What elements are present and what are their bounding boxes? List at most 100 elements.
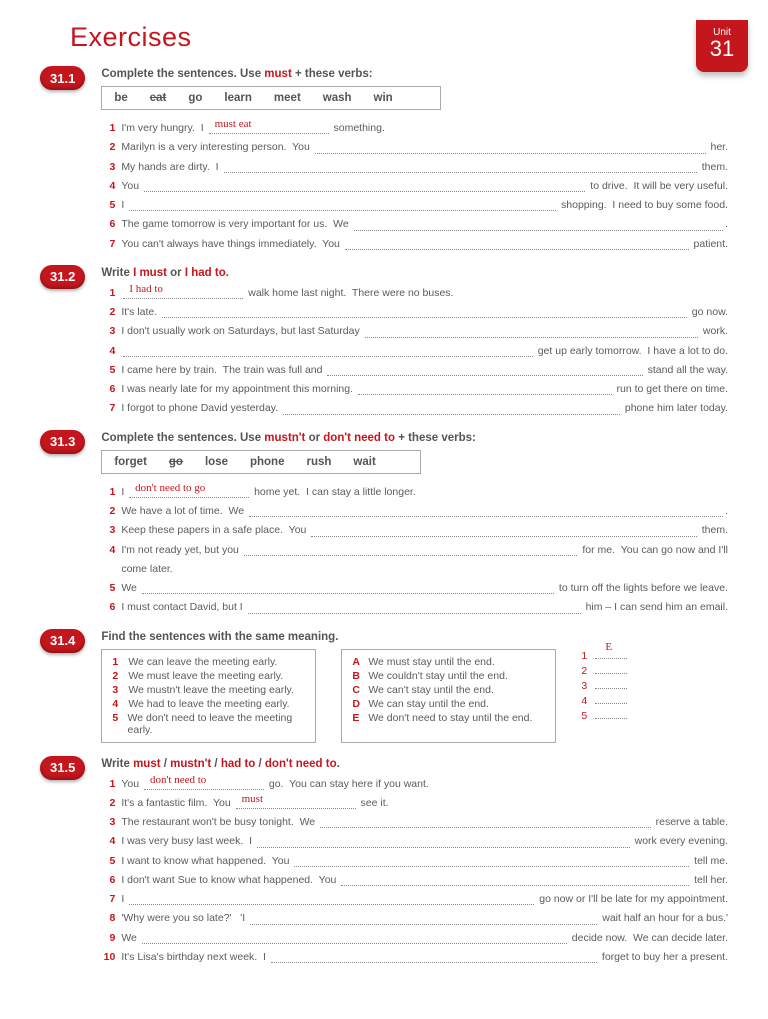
answer-blank[interactable] [294,857,689,867]
handwritten-answer: I had to [129,281,163,298]
answer-row: 2 [581,664,627,677]
answer-blank[interactable] [365,328,698,338]
sentence-text: get up early tomorrow. I have a lot to d… [535,343,728,359]
answer-blank[interactable] [129,201,556,211]
keyword: mustn't [264,432,305,444]
sentence-text: You [121,776,142,792]
line-number: 8 [101,910,115,926]
sentence-text: I'm very hungry. I [121,120,206,136]
answer-blank[interactable] [224,163,697,173]
line-number: 7 [101,236,115,252]
answer-blank[interactable] [595,679,627,689]
sentence-text: My hands are dirty. I [121,159,221,175]
answer-number: 5 [581,710,591,722]
answer-blank[interactable] [271,953,597,963]
sentence-text: Keep these papers in a safe place. You [121,522,309,538]
answer-blank[interactable] [244,546,578,556]
sentence-text: It's a fantastic film. You [121,795,233,811]
answer-blank[interactable] [315,144,706,154]
keyword: had to [221,758,256,770]
answer-blank[interactable] [327,366,642,376]
sentence-text: walk home last night. There were no buse… [245,285,453,301]
instr-text: + these verbs: [395,432,476,444]
instr-text: . [226,267,229,279]
verb-option: go [169,456,183,468]
answer-blank[interactable] [311,527,697,537]
unit-number: 31 [710,36,734,61]
sentence-text: go now or I'll be late for my appointmen… [536,891,728,907]
handwritten-answer: must eat [215,116,252,133]
line-number: 4 [101,178,115,194]
sentence-line: 2It's late. go now. [101,304,728,320]
answer-blank[interactable] [249,507,723,517]
verb-option: go [188,92,202,104]
answer-row: 5 [581,709,627,722]
answer-blank[interactable] [162,308,687,318]
match-item: 5We don't need to leave the meeting earl… [112,712,305,736]
match-item: 2We must leave the meeting early. [112,670,305,682]
answer-blank[interactable] [144,182,585,192]
line-number: 4 [101,542,115,558]
answer-number: 2 [581,665,591,677]
sentence-line: 6I was nearly late for my appointment th… [101,381,728,397]
sentence-text: I was very busy last week. I [121,833,255,849]
exercise-pill: 31.1 [40,66,85,90]
sentence-line: 1I'm very hungry. I must eat something. [101,120,728,136]
answer-blank[interactable]: don't need to go [129,488,249,498]
answer-blank[interactable] [129,895,534,905]
answer-row: 3 [581,679,627,692]
answer-blank[interactable] [142,934,567,944]
instr-text: / [211,758,221,770]
verb-option: wash [323,92,352,104]
answer-blank[interactable]: must [236,799,356,809]
verb-option: be [114,92,127,104]
sentence-line: 8'Why were you so late?' 'I wait half an… [101,910,728,926]
answer-blank[interactable] [358,385,612,395]
answer-blank[interactable] [250,915,597,925]
answer-blank[interactable] [595,709,627,719]
sentence-text: I was nearly late for my appointment thi… [121,381,356,397]
sentence-line: 1I don't need to go home yet. I can stay… [101,484,728,500]
sentence-text: stand all the way. [645,362,728,378]
answer-blank[interactable]: E [595,649,627,659]
match-id: 4 [112,698,122,710]
instruction: Write I must or I had to. [101,267,728,279]
answer-blank[interactable] [345,240,689,250]
answer-blank[interactable] [595,694,627,704]
answer-blank[interactable] [354,221,723,231]
answer-blank[interactable]: I had to [123,289,243,299]
answer-blank[interactable] [595,664,627,674]
sentence-text: We [121,930,139,946]
verb-option: phone [250,456,285,468]
answer-blank[interactable] [248,604,581,614]
answer-blank[interactable] [320,818,651,828]
sentence-line: 5I came here by train. The train was ful… [101,362,728,378]
instruction: Complete the sentences. Use must + these… [101,68,728,80]
match-id: C [352,684,362,696]
answer-blank[interactable] [123,347,532,357]
sentence-text: I don't usually work on Saturdays, but l… [121,323,362,339]
exercise-pill: 31.5 [40,756,85,780]
line-number: 4 [101,833,115,849]
answer-blank[interactable] [341,876,689,886]
answer-blank[interactable]: must eat [209,124,329,134]
keyword: mustn't [170,758,211,770]
instruction: Complete the sentences. Use mustn't or d… [101,432,728,444]
sentence-text: to drive. It will be very useful. [587,178,728,194]
line-number: 1 [101,484,115,500]
match-id: 1 [112,656,122,668]
answer-blank[interactable] [142,584,554,594]
match-id: 2 [112,670,122,682]
verb-option: lose [205,456,228,468]
answer-blank[interactable] [257,838,630,848]
match-id: 3 [112,684,122,696]
sentence-text: 'Why were you so late?' 'I [121,910,248,926]
answer-blank[interactable] [283,405,620,415]
keyword: must [133,758,160,770]
match-id: B [352,670,362,682]
sentence-text: I want to know what happened. You [121,853,292,869]
exercise-pill: 31.2 [40,265,85,289]
sentence-line: 6I don't want Sue to know what happened.… [101,872,728,888]
answer-blank[interactable]: don't need to [144,780,264,790]
line-number: 10 [101,949,115,965]
